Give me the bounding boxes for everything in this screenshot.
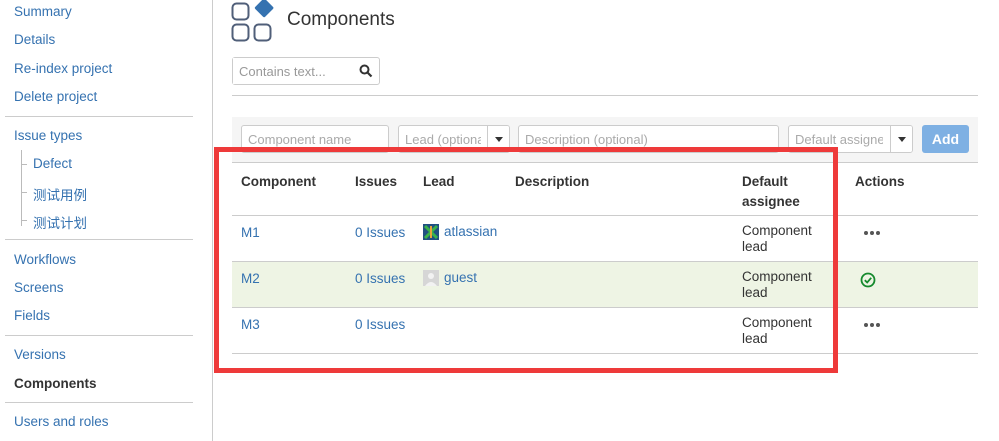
component-name-field[interactable] xyxy=(241,125,389,153)
assignee-dropdown-button[interactable] xyxy=(890,126,912,152)
column-header-component: Component xyxy=(241,174,316,189)
more-actions-icon[interactable] xyxy=(863,322,881,328)
column-header-default-assignee: Default assignee xyxy=(742,174,800,209)
sidebar-item-delete-project[interactable]: Delete project xyxy=(14,89,97,104)
description-input[interactable] xyxy=(519,126,778,152)
component-name-link[interactable]: M3 xyxy=(241,317,260,333)
tree-connector xyxy=(21,150,22,226)
sidebar-item-components[interactable]: Components xyxy=(14,376,97,391)
tree-connector xyxy=(21,220,27,221)
sidebar-item-test-case[interactable]: 测试用例 xyxy=(33,184,87,204)
search-input[interactable] xyxy=(233,58,353,84)
sidebar-item-fields[interactable]: Fields xyxy=(14,308,50,323)
default-assignee-picker[interactable] xyxy=(788,125,913,153)
column-header-lead: Lead xyxy=(423,174,455,189)
guest-avatar xyxy=(423,270,439,286)
issues-link[interactable]: 0 Issues xyxy=(355,317,405,333)
column-header-issues: Issues xyxy=(355,174,398,189)
description-field[interactable] xyxy=(518,125,779,153)
lead-dropdown-button[interactable] xyxy=(487,126,509,152)
sidebar-divider xyxy=(5,335,193,336)
lead-name[interactable]: guest xyxy=(444,270,477,286)
tree-connector xyxy=(21,192,27,193)
divider xyxy=(232,95,978,96)
component-name-link[interactable]: M1 xyxy=(241,225,260,241)
sidebar-item-details[interactable]: Details xyxy=(14,32,55,47)
component-name-link[interactable]: M2 xyxy=(241,271,260,287)
search-icon[interactable] xyxy=(359,64,373,78)
success-check-icon xyxy=(860,272,876,288)
component-name-input[interactable] xyxy=(242,126,388,152)
more-actions-icon[interactable] xyxy=(863,230,881,236)
table-row: M1 0 Issues atlassian Component lead xyxy=(232,216,978,262)
add-button[interactable]: Add xyxy=(922,125,969,153)
table-row: M2 0 Issues guest Component lead xyxy=(232,262,978,308)
sidebar-item-screens[interactable]: Screens xyxy=(14,280,64,295)
issues-link[interactable]: 0 Issues xyxy=(355,225,405,241)
sidebar-divider xyxy=(5,239,193,240)
atlassian-avatar xyxy=(423,224,439,240)
tree-connector xyxy=(21,164,27,165)
lead-user[interactable]: atlassian xyxy=(423,224,497,240)
column-header-actions: Actions xyxy=(855,174,905,189)
column-header-description: Description xyxy=(515,174,590,189)
issues-link[interactable]: 0 Issues xyxy=(355,271,405,287)
sidebar-item-users-and-roles[interactable]: Users and roles xyxy=(14,414,109,429)
lead-name[interactable]: atlassian xyxy=(444,224,497,240)
sidebar-divider xyxy=(5,402,193,403)
sidebar-item-workflows[interactable]: Workflows xyxy=(14,252,76,267)
sidebar-item-versions[interactable]: Versions xyxy=(14,347,66,362)
default-assignee: Component lead xyxy=(742,223,812,254)
default-assignee: Component lead xyxy=(742,269,812,300)
table-row: M3 0 Issues Component lead xyxy=(232,308,978,354)
chevron-down-icon xyxy=(495,137,503,142)
lead-picker[interactable] xyxy=(398,125,510,153)
lead-input[interactable] xyxy=(399,126,487,152)
default-assignee: Component lead xyxy=(742,315,812,346)
project-settings-sidebar: Summary Details Re-index project Delete … xyxy=(0,0,213,441)
sidebar-item-issue-types[interactable]: Issue types xyxy=(14,128,82,143)
add-component-form: Add xyxy=(232,117,978,163)
sidebar-item-test-plan[interactable]: 测试计划 xyxy=(33,212,87,232)
components-icon xyxy=(231,0,274,42)
chevron-down-icon xyxy=(898,137,906,142)
default-assignee-input[interactable] xyxy=(789,126,889,152)
sidebar-item-defect[interactable]: Defect xyxy=(33,156,72,171)
lead-user[interactable]: guest xyxy=(423,270,477,286)
page-title: Components xyxy=(287,9,395,30)
sidebar-item-summary[interactable]: Summary xyxy=(14,4,72,19)
component-search[interactable] xyxy=(232,57,380,85)
sidebar-item-reindex-project[interactable]: Re-index project xyxy=(14,61,112,76)
sidebar-divider xyxy=(5,116,193,117)
